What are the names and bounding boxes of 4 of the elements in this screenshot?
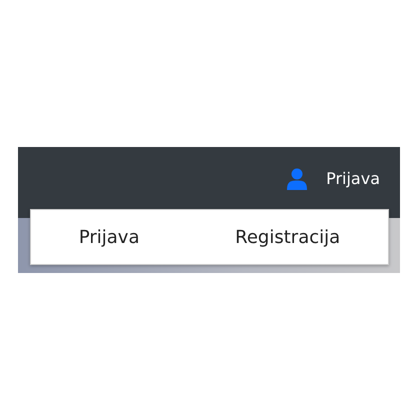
dropdown-item[interactable]: Prijava (70, 222, 148, 252)
dropdown-item[interactable]: Registracija (227, 222, 348, 252)
user-icon (286, 168, 308, 190)
user-menu-button[interactable]: Prijava (286, 168, 380, 190)
